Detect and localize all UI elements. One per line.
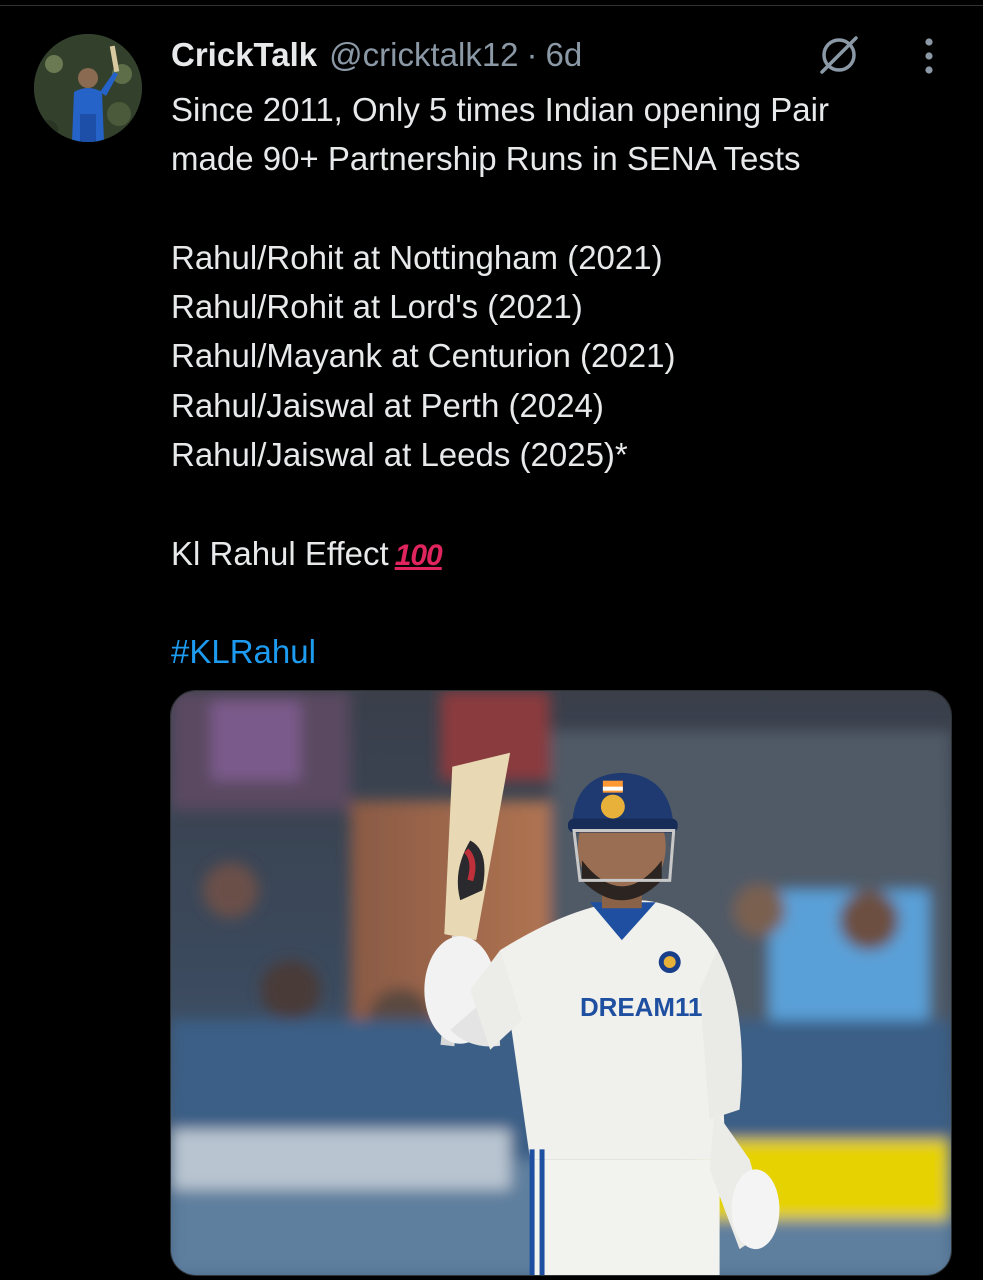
partnership-list-item: Rahul/Rohit at Lord's (2021) [171,288,583,326]
effect-line: Kl Rahul Effect 100 [171,529,951,578]
jersey-sponsor-text: DREAM11 [580,994,702,1022]
tweet-timestamp[interactable]: 6d [546,36,583,74]
header-separator: · [526,36,538,73]
partnership-list-item: Rahul/Jaiswal at Leeds (2025)* [171,436,628,474]
cricketer-photo: DREAM11 [171,691,951,1275]
effect-text: Kl Rahul Effect [171,534,389,572]
tweet-header: CrickTalk @cricktalk12 · 6d [171,33,582,77]
more-vertical-icon[interactable] [914,36,944,76]
author-avatar[interactable] [34,34,142,142]
partnership-list-item: Rahul/Rohit at Nottingham (2021) [171,238,663,276]
tweet-card[interactable]: CrickTalk @cricktalk12 · 6d Since 2011, … [0,0,983,1280]
hundred-points-emoji-icon: 100 [394,538,443,572]
tweet-media-image[interactable]: DREAM11 [170,690,952,1276]
intro-line-2: made 90+ Partnership Runs in SENA Tests [171,140,801,178]
grok-slash-icon[interactable] [814,30,864,80]
partnership-list-item: Rahul/Jaiswal at Perth (2024) [171,386,604,424]
intro-line-1: Since 2011, Only 5 times Indian opening … [171,91,829,128]
partnership-list-item: Rahul/Mayank at Centurion (2021) [171,337,676,375]
hashtag-link[interactable]: #KLRahul [171,633,316,670]
avatar-cricketer-photo [34,34,142,142]
hashtag-line: #KLRahul [171,627,951,676]
tweet-body-text: Since 2011, Only 5 times Indian opening … [171,85,951,677]
author-display-name[interactable]: CrickTalk [171,36,317,74]
author-handle[interactable]: @cricktalk12 [329,36,518,74]
